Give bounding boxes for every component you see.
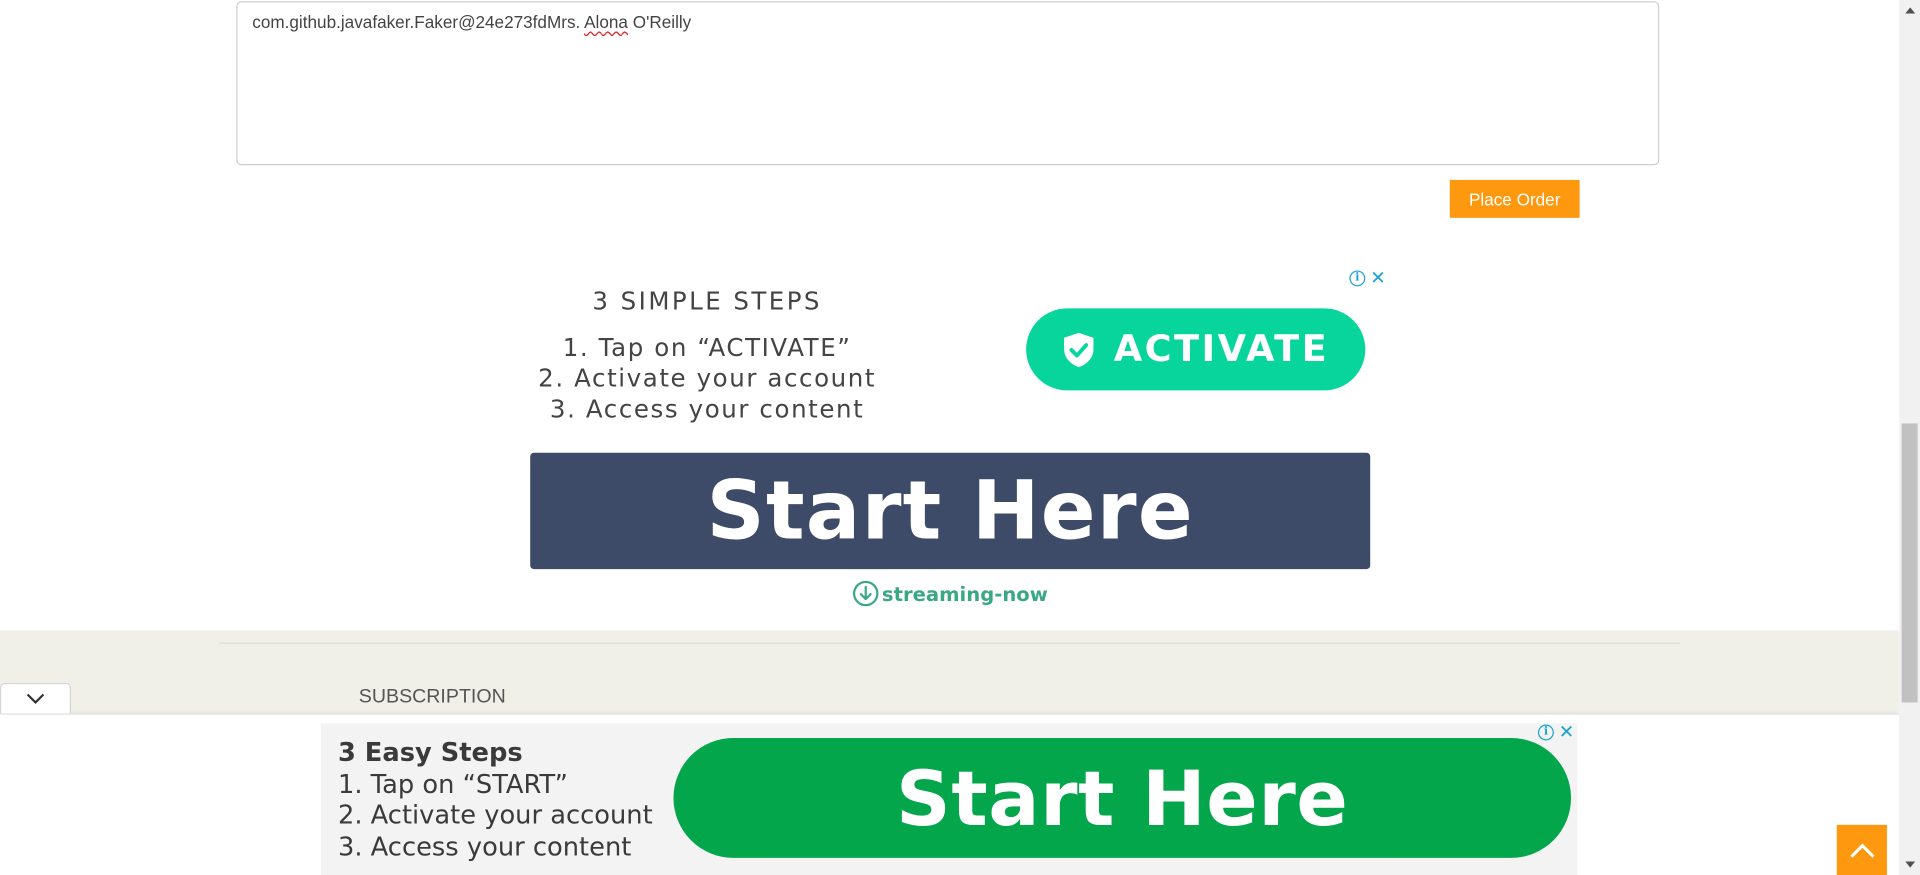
shield-check-icon (1063, 332, 1093, 367)
download-circle-icon (853, 580, 879, 607)
ad-top-controls: i ✕ (1349, 269, 1386, 287)
chevron-up-icon (1849, 842, 1874, 858)
close-icon[interactable]: ✕ (1559, 723, 1574, 741)
comment-text-prefix: com.github.javafaker.Faker@24e273fdMrs. (252, 12, 585, 32)
ad-top-steps: 1. Tap on “ACTIVATE” 2. Activate your ac… (527, 333, 888, 425)
ad-top-step: 3. Access your content (549, 394, 865, 424)
ad-top-step: 2. Activate your account (538, 363, 877, 393)
ad-brand: streaming-now (527, 580, 1374, 607)
ad-bottom-step: 2. Activate your account (337, 800, 653, 830)
info-icon[interactable]: i (1349, 270, 1366, 287)
order-comment-textarea[interactable]: com.github.javafaker.Faker@24e273fdMrs. … (236, 1, 1660, 166)
info-icon[interactable]: i (1537, 724, 1554, 741)
ad-brand-name: streaming-now (881, 581, 1048, 606)
viewport: com.github.javafaker.Faker@24e273fdMrs. … (0, 0, 1920, 875)
ad-bottom-title: 3 Easy Steps (337, 737, 523, 768)
chevron-down-icon (26, 693, 45, 705)
sticky-ad-bar: i ✕ 3 Easy Steps 1. Tap on “START” 2. Ac… (0, 713, 1900, 875)
ad-bottom-controls: i ✕ (1537, 723, 1574, 741)
subscription-heading: SUBSCRIPTION (358, 686, 506, 708)
ad-banner-bottom[interactable]: i ✕ 3 Easy Steps 1. Tap on “START” 2. Ac… (320, 723, 1578, 875)
close-icon[interactable]: ✕ (1370, 269, 1385, 287)
comment-text-suffix: O'Reilly (627, 12, 692, 32)
scroll-down-arrow-icon[interactable] (1899, 854, 1920, 875)
comment-misspelled-word: Alona (584, 12, 628, 32)
ad-banner-top[interactable]: i ✕ 3 SIMPLE STEPS 1. Tap on “ACTIVATE” … (526, 264, 1390, 620)
activate-button-label: ACTIVATE (1113, 327, 1330, 371)
activate-button[interactable]: ACTIVATE (1026, 308, 1366, 391)
page: com.github.javafaker.Faker@24e273fdMrs. … (0, 0, 1920, 875)
page-scrollbar[interactable] (1899, 0, 1920, 875)
scrollbar-thumb[interactable] (1901, 423, 1918, 703)
ad-bottom-steps: 3 Easy Steps 1. Tap on “START” 2. Activa… (338, 738, 653, 863)
sticky-ad-collapse-button[interactable] (0, 682, 72, 714)
place-order-button[interactable]: Place Order (1449, 179, 1580, 218)
ad-top-title: 3 SIMPLE STEPS (592, 286, 822, 316)
ad-top-step: 1. Tap on “ACTIVATE” (562, 332, 852, 363)
ad-bottom-step: 3. Access your content (337, 831, 632, 861)
scroll-up-arrow-icon[interactable] (1899, 0, 1920, 21)
start-here-banner[interactable]: Start Here (530, 452, 1371, 570)
scroll-to-top-button[interactable] (1836, 824, 1887, 875)
footer-divider (219, 642, 1681, 644)
ad-bottom-step: 1. Tap on “START” (337, 769, 568, 799)
start-here-button[interactable]: Start Here (673, 737, 1572, 858)
